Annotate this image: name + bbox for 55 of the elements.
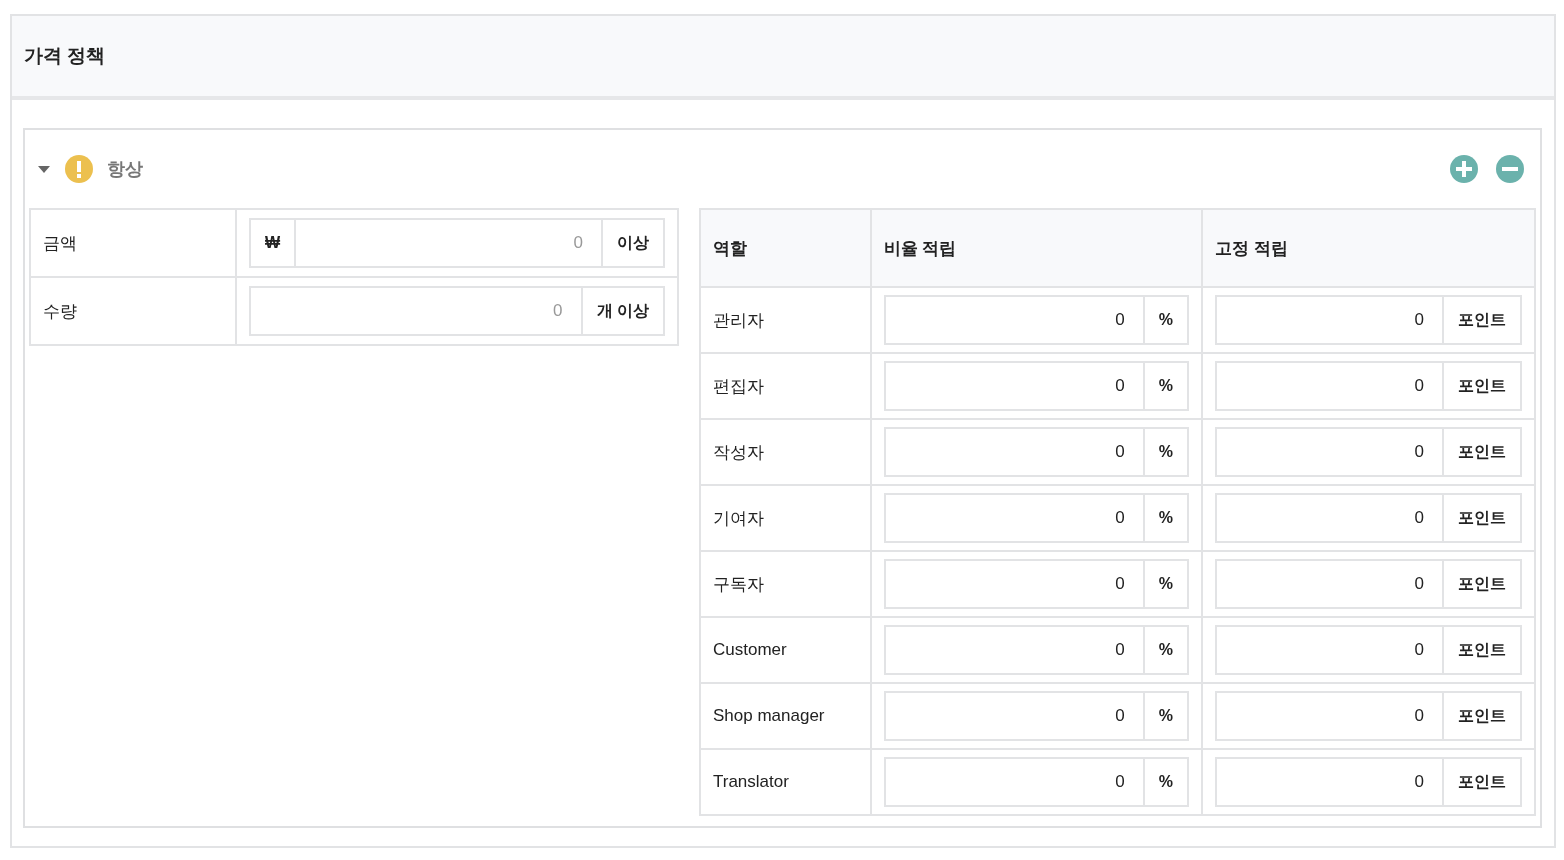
unit-label: 포인트 [1442, 427, 1522, 477]
unit-label: 포인트 [1442, 757, 1522, 807]
input-field[interactable]: 0 [1215, 295, 1444, 345]
caret-icon[interactable] [37, 164, 51, 174]
role-cell: 구독자 [700, 551, 871, 617]
input-field[interactable]: 0 [1215, 757, 1444, 807]
column-header: 역할 [700, 209, 871, 287]
unit-label: % [1142, 361, 1189, 411]
condition-label: 수량 [30, 277, 236, 345]
unit-label: 포인트 [1442, 691, 1522, 741]
column-header: 비율 적립 [870, 209, 1202, 287]
warning-icon [65, 155, 93, 183]
role-cell: 작성자 [700, 419, 871, 485]
role-cell: Shop manager [700, 683, 871, 749]
unit-label: 이상 [601, 218, 665, 268]
unit-label: 포인트 [1442, 295, 1522, 345]
input-field[interactable]: 0 [883, 361, 1145, 411]
unit-label: 포인트 [1442, 361, 1522, 411]
input-field[interactable]: 0 [883, 625, 1145, 675]
column-header: 고정 적립 [1202, 209, 1535, 287]
role-cell: Translator [700, 749, 871, 815]
unit-label: % [1142, 427, 1189, 477]
role-cell: 편집자 [700, 353, 871, 419]
role-cell: Customer [700, 617, 871, 683]
input-field[interactable]: 0 [883, 427, 1145, 477]
unit-label: 포인트 [1442, 493, 1522, 543]
unit-label: 포인트 [1442, 559, 1522, 609]
input-field[interactable]: 0 [883, 493, 1145, 543]
input-field[interactable]: 0 [883, 757, 1145, 807]
input-field[interactable]: 0 [294, 218, 603, 268]
input-field[interactable]: 0 [1215, 493, 1444, 543]
input-field[interactable]: 0 [1215, 691, 1444, 741]
role-cell: 기여자 [700, 485, 871, 551]
unit-label: % [1142, 691, 1189, 741]
condition-label: 금액 [30, 209, 236, 277]
unit-label: % [1142, 559, 1189, 609]
unit-label: % [1142, 493, 1189, 543]
unit-label: % [1142, 625, 1189, 675]
unit-label: 포인트 [1442, 625, 1522, 675]
unit-label: % [1142, 295, 1189, 345]
input-field[interactable]: 0 [883, 295, 1145, 345]
rule-title: 항상 [107, 158, 144, 181]
input-field[interactable]: 0 [883, 559, 1145, 609]
unit-label: % [1142, 757, 1189, 807]
input-field[interactable]: 0 [249, 286, 583, 336]
minus-icon[interactable] [1496, 155, 1524, 183]
role-cell: 관리자 [700, 287, 871, 353]
unit-label: 개 이상 [580, 286, 665, 336]
input-field[interactable]: 0 [1215, 559, 1444, 609]
input-field[interactable]: 0 [1215, 361, 1444, 411]
input-field[interactable]: 0 [883, 691, 1145, 741]
input-field[interactable]: 0 [1215, 427, 1444, 477]
panel-title: 가격 정책 [24, 44, 106, 68]
input-field[interactable]: 0 [1215, 625, 1444, 675]
plus-icon[interactable] [1450, 155, 1478, 183]
